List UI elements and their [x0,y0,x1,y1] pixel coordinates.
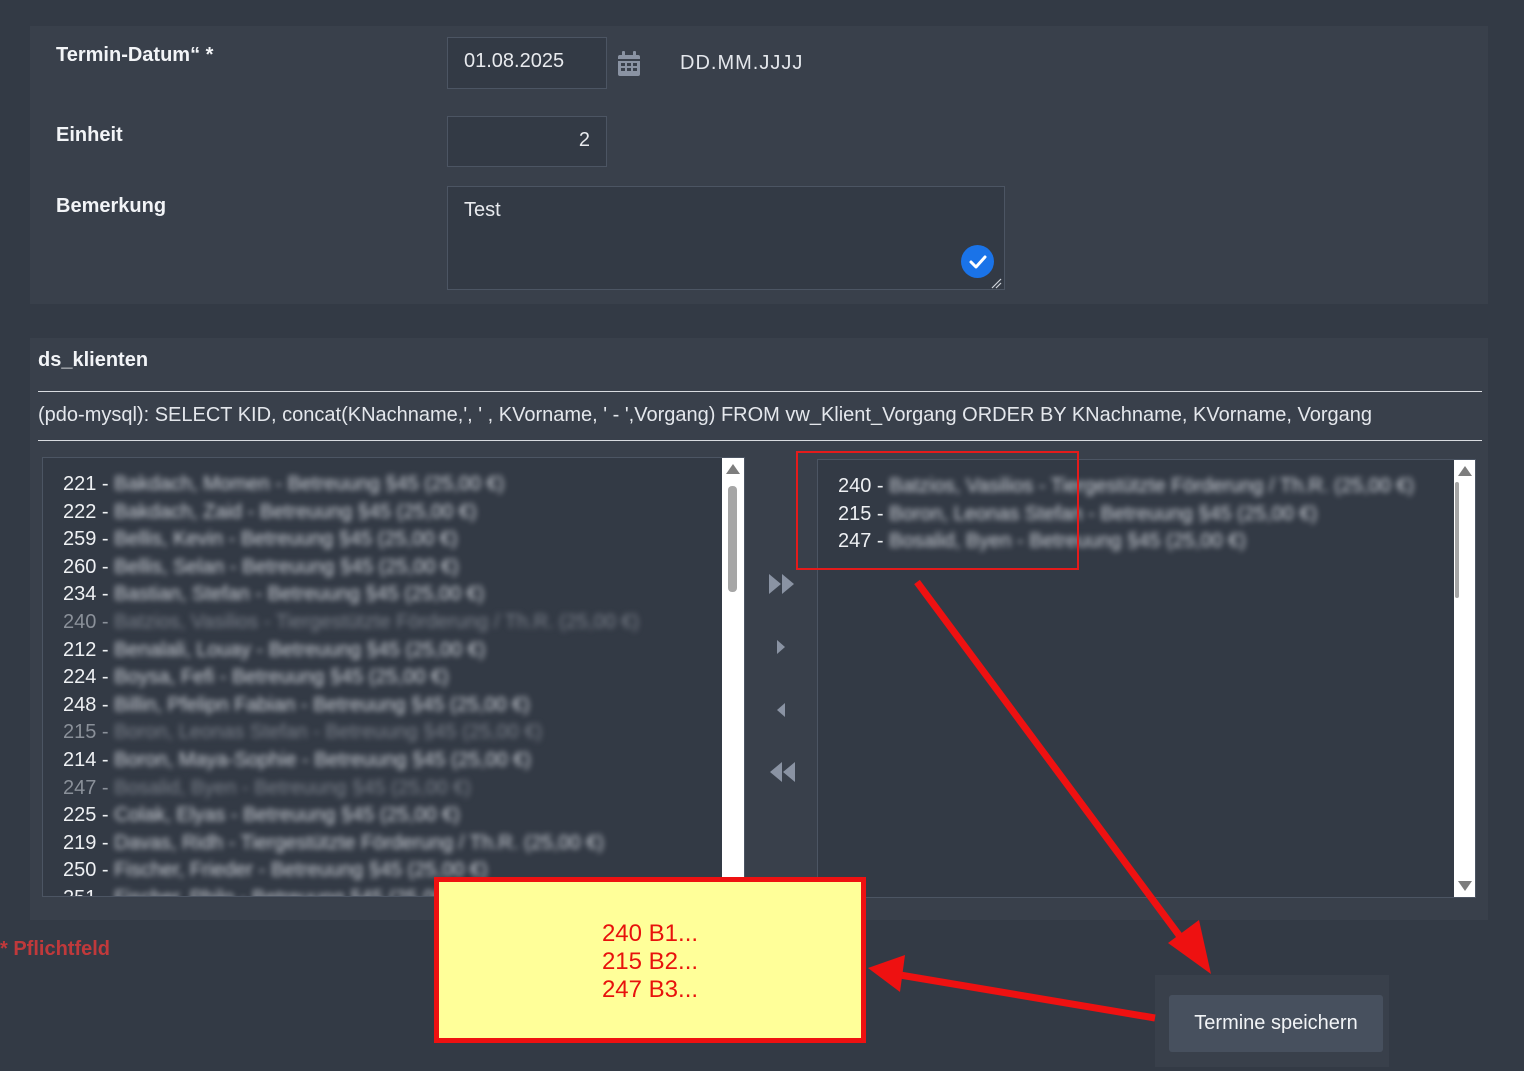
option-name: Bastian, Stefan - Betreuung §45 (25,00 €… [114,583,485,606]
list-option[interactable]: 221 - Bakdach, Momen - Betreuung §45 (25… [63,470,504,498]
list-option[interactable]: 260 - Bellis, Selan - Betreuung §45 (25,… [63,553,459,581]
list-option[interactable]: 225 - Colak, Elyas - Betreuung §45 (25,0… [63,801,460,829]
option-name: Bosalid, Byen - Betreuung §45 (25,00 €) [114,776,472,799]
option-name: Batzios, Vasilios - Tiergestützte Förder… [114,611,640,633]
list-option[interactable]: 259 - Bellis, Kevin - Betreuung §45 (25,… [63,525,458,553]
list-option[interactable]: 219 - Davas, Ridh - Tiergestützte Förder… [63,829,604,857]
option-id: 250 - [63,859,109,882]
option-name: Davas, Ridh - Tiergestützte Förderung / … [114,831,605,854]
option-name: Bakdach, Zaid - Betreuung §45 (25,00 €) [114,500,477,523]
list-option[interactable]: 250 - Fischer, Frieder - Betreuung §45 (… [63,856,488,884]
termin-datum-label: Termin-Datum“ * [56,44,214,66]
scroll-up-icon[interactable] [1458,466,1472,476]
option-name: Boysa, Fefi - Betreuung §45 (25,00 €) [114,666,449,689]
option-id: 215 - [63,721,109,744]
option-name: Billin, Pfelipn Fabian - Betreuung §45 (… [114,693,530,716]
scroll-down-icon[interactable] [1458,881,1472,891]
option-id: 240 - [63,611,109,633]
bemerkung-label: Bemerkung [56,195,167,217]
option-name: Boron, Leonas Stefan - Betreuung §45 (25… [114,721,543,744]
einheit-input[interactable]: 2 [447,116,607,167]
list-option[interactable]: 248 - Billin, Pfelipn Fabian - Betreuung… [63,691,530,719]
move-all-left-button[interactable] [767,759,797,785]
option-name: Bellis, Kevin - Betreuung §45 (25,00 €) [114,528,458,551]
available-clients-list[interactable]: 221 - Bakdach, Momen - Betreuung §45 (25… [42,457,745,897]
option-id: 225 - [63,804,109,827]
list-option[interactable]: 234 - Bastian, Stefan - Betreuung §45 (2… [63,580,484,608]
scroll-up-icon[interactable] [726,464,740,474]
annotation-note: 240 B1... 215 B2... 247 B3... [434,877,866,1043]
annotation-line: 247 B3... [601,976,699,1003]
list-option[interactable]: 224 - Boysa, Fefi - Betreuung §45 (25,00… [63,663,449,691]
divider-top [38,391,1482,392]
list-option[interactable]: 240 - Batzios, Vasilios - Tiergestützte … [63,608,639,636]
option-name: Bellis, Selan - Betreuung §45 (25,00 €) [114,555,459,578]
list-option[interactable]: 222 - Bakdach, Zaid - Betreuung §45 (25,… [63,498,477,526]
option-name: Boron, Maya-Sophie - Betreuung §45 (25,0… [114,749,532,771]
option-id: 234 - [63,583,109,606]
list-option[interactable]: 215 - Boron, Leonas Stefan - Betreuung §… [63,718,542,746]
einheit-label: Einheit [56,124,123,146]
option-id: 219 - [63,831,109,854]
divider-bottom [38,440,1482,441]
ds-title: ds_klienten [38,349,149,371]
save-appointments-button[interactable]: Termine speichern [1169,995,1383,1052]
checkmark-icon [961,245,994,278]
annotation-line: 240 B1... [601,920,699,947]
resize-grip-icon[interactable] [990,276,1002,289]
bemerkung-textarea[interactable]: Test [447,186,1005,290]
selection-highlight-box [796,451,1079,570]
calendar-icon[interactable] [617,51,641,77]
date-format-hint: DD.MM.JJJJ [680,52,804,74]
move-right-button[interactable] [767,634,797,660]
right-list-scrollbar[interactable] [1454,460,1475,897]
list-option[interactable]: 247 - Bosalid, Byen - Betreuung §45 (25,… [63,774,471,802]
option-id: 222 - [63,500,109,523]
option-id: 247 - [63,776,109,799]
left-list-scrollbar[interactable] [722,458,744,896]
option-name: Benalali, Louay - Betreuung §45 (25,00 €… [114,638,486,661]
option-id: 221 - [63,473,109,495]
list-option[interactable]: 214 - Boron, Maya-Sophie - Betreuung §45… [63,746,531,774]
sql-query-text: (pdo-mysql): SELECT KID, concat(KNachnam… [38,404,1373,426]
option-id: 251 - [63,884,109,896]
annotation-line: 215 B2... [601,948,699,975]
list-option[interactable]: 212 - Benalali, Louay - Betreuung §45 (2… [63,636,486,664]
termin-datum-input[interactable]: 01.08.2025 [447,37,607,89]
option-name: Bakdach, Momen - Betreuung §45 (25,00 €) [114,473,505,495]
option-id: 259 - [63,528,109,551]
list-option[interactable]: 251 - Fischer, Philo - Betreuung §45 (25… [63,884,469,896]
option-id: 224 - [63,666,109,689]
move-all-right-button[interactable] [767,571,797,597]
option-id: 260 - [63,555,109,578]
option-id: 212 - [63,638,109,661]
option-id: 248 - [63,693,109,716]
option-name: Fischer, Frieder - Betreuung §45 (25,00 … [114,859,488,882]
required-field-note: * Pflichtfeld [0,938,111,960]
scroll-thumb[interactable] [1455,482,1459,598]
option-name: Colak, Elyas - Betreuung §45 (25,00 €) [114,804,460,827]
scroll-thumb[interactable] [728,486,737,592]
option-name: Fischer, Philo - Betreuung §45 (25,00 €) [114,887,469,896]
move-left-button[interactable] [767,697,797,723]
option-id: 214 - [63,749,109,771]
